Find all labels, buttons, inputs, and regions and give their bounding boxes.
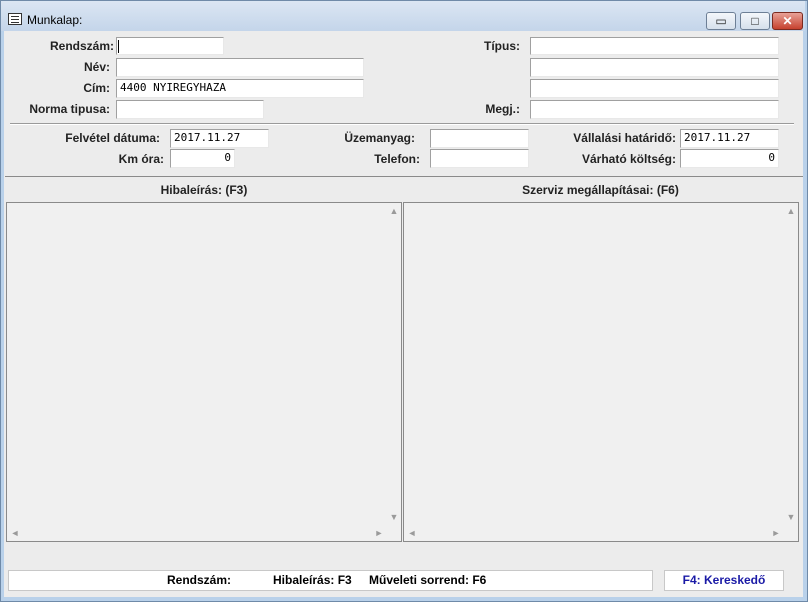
tipus-input[interactable] [530,37,779,55]
minimize-icon: ▭ [715,14,727,28]
close-icon: ✕ [782,14,793,28]
scroll-up-icon[interactable]: ▲ [784,206,798,216]
tipus-line3-input[interactable] [530,79,779,98]
megj-label: Megj.: [485,102,520,116]
szerviz-vertical-scrollbar[interactable]: ▲ ▼ [784,203,798,525]
uzemanyag-input[interactable] [430,129,529,148]
scroll-up-icon[interactable]: ▲ [387,206,401,216]
nev-label: Név: [83,60,110,74]
hibaleiras-header: Hibaleírás: (F3) [160,183,248,197]
felvetel-datuma-label: Felvétel dátuma: [65,131,160,145]
szerviz-textarea[interactable]: ▲ ▼ ◄ ► [403,202,799,542]
divider [10,123,794,125]
tipus-line2-input[interactable] [530,58,779,77]
window-title: Munkalap: [27,13,83,27]
varhato-koltseg-input[interactable]: 0 [680,149,779,168]
megj-input[interactable] [530,100,779,119]
tipus-label: Típus: [484,39,520,53]
scroll-right-icon[interactable]: ► [771,528,781,538]
cim-input[interactable]: 4400 NYIREGYHAZA [116,79,364,98]
felvetel-datuma-input[interactable]: 2017.11.27 [170,129,269,148]
rendszam-input[interactable] [116,37,224,55]
scroll-down-icon[interactable]: ▼ [387,512,401,522]
status-muveleti-sorrend: Műveleti sorrend: F6 [369,573,487,587]
text-cursor [118,40,119,53]
status-bar: Rendszám: Hibaleírás: F3 Műveleti sorren… [8,570,653,591]
maximize-button[interactable]: □ [740,12,770,30]
rendszam-label: Rendszám: [49,39,114,53]
telefon-input[interactable] [430,149,529,168]
szerviz-header: Szerviz megállapításai: (F6) [522,183,679,197]
uzemanyag-label: Üzemanyag: [344,131,415,145]
km-ora-label: Km óra: [118,152,164,166]
norma-tipusa-label: Norma tipusa: [29,102,110,116]
km-ora-input[interactable]: 0 [170,149,235,168]
scroll-left-icon[interactable]: ◄ [10,528,20,538]
cim-label: Cím: [83,81,110,95]
kereskedo-button[interactable]: F4: Kereskedő [664,570,784,591]
scroll-right-icon[interactable]: ► [374,528,384,538]
szerviz-horizontal-scrollbar[interactable]: ◄ ► [404,525,784,541]
scroll-down-icon[interactable]: ▼ [784,512,798,522]
status-rendszam: Rendszám: [167,573,232,587]
telefon-label: Telefon: [374,152,420,166]
vallalasi-hatarido-label: Vállalási határidő: [573,131,676,145]
minimize-button[interactable]: ▭ [706,12,736,30]
varhato-koltseg-label: Várható költség: [581,152,676,166]
title-bar[interactable]: Munkalap: ▭ □ ✕ [1,1,805,31]
hibaleiras-horizontal-scrollbar[interactable]: ◄ ► [7,525,387,541]
scroll-left-icon[interactable]: ◄ [407,528,417,538]
hibaleiras-vertical-scrollbar[interactable]: ▲ ▼ [387,203,401,525]
status-hibaleiras: Hibaleírás: F3 [273,573,352,587]
hibaleiras-textarea[interactable]: ▲ ▼ ◄ ► [6,202,402,542]
panel-header-border [5,176,803,177]
nev-input[interactable] [116,58,364,77]
form-icon [8,13,22,25]
maximize-icon: □ [751,14,759,28]
close-button[interactable]: ✕ [772,12,803,30]
norma-tipusa-input[interactable] [116,100,264,119]
vallalasi-hatarido-input[interactable]: 2017.11.27 [680,129,779,148]
